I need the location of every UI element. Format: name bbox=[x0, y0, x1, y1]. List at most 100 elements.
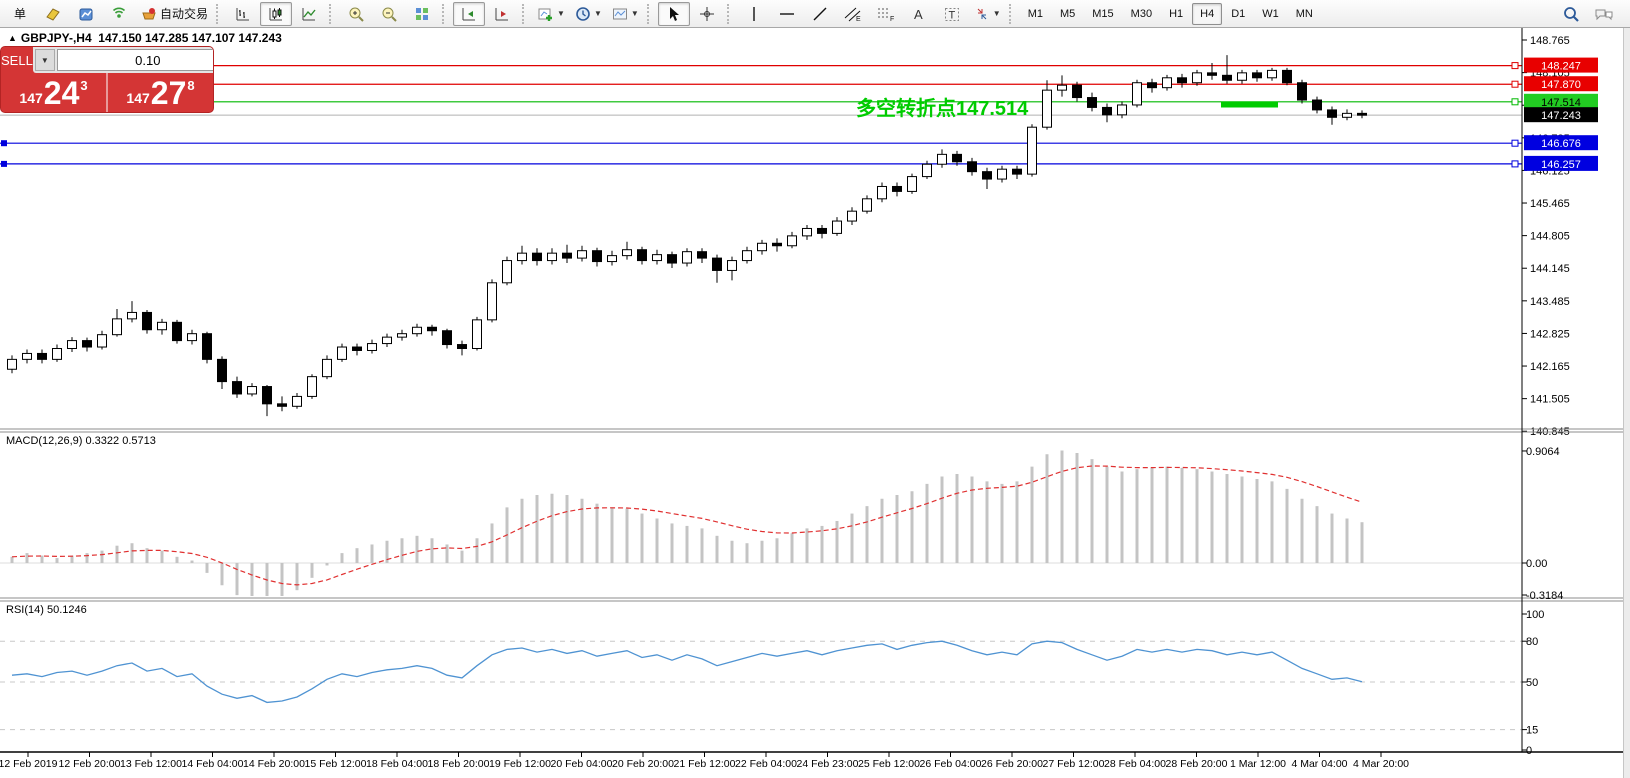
time-label: 20 Feb 04:00 bbox=[551, 758, 613, 770]
buy-price-button[interactable]: 147 27 8 bbox=[108, 73, 213, 112]
candle-body bbox=[893, 186, 902, 191]
candle-body bbox=[578, 251, 587, 258]
sell-price-main: 24 bbox=[44, 78, 80, 108]
candle-body bbox=[1328, 110, 1337, 117]
time-label: 13 Feb 12:00 bbox=[120, 758, 182, 770]
chart-canvas[interactable]: 148.765148.105147.445146.785146.125145.4… bbox=[0, 0, 1630, 778]
volume-group: ▼ ▲ bbox=[33, 47, 213, 73]
candle-body bbox=[383, 337, 392, 343]
candle-body bbox=[23, 353, 32, 359]
price-badge-label: 146.676 bbox=[1541, 138, 1581, 150]
candle-body bbox=[1268, 70, 1277, 77]
sell-price-button[interactable]: 147 24 3 bbox=[1, 73, 106, 112]
time-label: 26 Feb 20:00 bbox=[981, 758, 1043, 770]
symbol-ohlc-values: 147.150 147.285 147.107 147.243 bbox=[98, 31, 282, 45]
candle-body bbox=[683, 252, 692, 263]
candle-body bbox=[1193, 73, 1202, 83]
macd-label: MACD(12,26,9) 0.3322 0.5713 bbox=[6, 435, 156, 447]
candle-body bbox=[1283, 70, 1292, 82]
candle-body bbox=[1298, 83, 1307, 100]
price-tick-label: 141.505 bbox=[1530, 394, 1570, 406]
candle-body bbox=[1073, 85, 1082, 97]
rsi-line bbox=[12, 641, 1362, 702]
candle-body bbox=[1208, 73, 1217, 75]
candle-body bbox=[1358, 113, 1367, 115]
candle-body bbox=[653, 255, 662, 261]
candle-body bbox=[1178, 78, 1187, 83]
collapse-arrow-icon[interactable]: ▲ bbox=[8, 33, 17, 43]
candle-body bbox=[38, 353, 47, 359]
symbol-name: GBPJPY-,H4 bbox=[21, 31, 92, 45]
line-handle[interactable] bbox=[1512, 81, 1518, 87]
candle-body bbox=[1163, 78, 1172, 88]
candle-body bbox=[53, 349, 62, 360]
candle-body bbox=[533, 253, 542, 260]
sell-button[interactable]: SELL bbox=[1, 47, 33, 73]
trading-terminal-window: 单 自动交易 ▼ ▼ ▼ E F A T ▼ M1M bbox=[0, 0, 1630, 778]
line-handle[interactable] bbox=[1, 140, 7, 146]
candle-body bbox=[833, 221, 842, 233]
price-tick-label: 143.485 bbox=[1530, 296, 1570, 308]
time-label: 4 Mar 04:00 bbox=[1291, 758, 1347, 770]
candle-body bbox=[428, 327, 437, 330]
time-label: 25 Feb 12:00 bbox=[858, 758, 920, 770]
candle-body bbox=[113, 319, 122, 335]
candle-body bbox=[878, 186, 887, 198]
time-label: 19 Feb 12:00 bbox=[489, 758, 551, 770]
time-label: 18 Feb 20:00 bbox=[428, 758, 490, 770]
candle-body bbox=[668, 255, 677, 263]
price-tick-label: 144.145 bbox=[1530, 263, 1570, 275]
rsi-tick-label: 15 bbox=[1526, 725, 1538, 737]
candle-body bbox=[1118, 105, 1127, 115]
buy-price-prefix: 147 bbox=[126, 90, 149, 106]
price-badge-label: 146.257 bbox=[1541, 159, 1581, 171]
price-tick-label: 142.165 bbox=[1530, 361, 1570, 373]
rsi-tick-label: 0 bbox=[1526, 745, 1532, 757]
candle-body bbox=[908, 177, 917, 192]
time-label: 26 Feb 04:00 bbox=[920, 758, 982, 770]
candle-body bbox=[968, 162, 977, 172]
price-badge-label: 147.870 bbox=[1541, 79, 1581, 91]
time-label: 18 Feb 04:00 bbox=[366, 758, 428, 770]
candle-body bbox=[563, 253, 572, 258]
candle-body bbox=[308, 377, 317, 397]
candle-body bbox=[1148, 83, 1157, 88]
candle-body bbox=[1133, 83, 1142, 105]
rsi-tick-label: 100 bbox=[1526, 609, 1544, 621]
candle-body bbox=[338, 347, 347, 359]
volume-input[interactable] bbox=[57, 49, 213, 71]
candle-body bbox=[158, 322, 167, 329]
candle-body bbox=[548, 253, 557, 260]
price-tick-label: 148.765 bbox=[1530, 35, 1570, 47]
candle-body bbox=[698, 252, 707, 258]
candle-body bbox=[173, 322, 182, 340]
candle-body bbox=[1088, 98, 1097, 108]
candle-body bbox=[1013, 169, 1022, 174]
candle-body bbox=[278, 404, 287, 406]
candle-body bbox=[398, 334, 407, 337]
time-label: 20 Feb 20:00 bbox=[612, 758, 674, 770]
candle-body bbox=[473, 320, 482, 349]
buy-price-pip: 8 bbox=[187, 78, 194, 93]
line-handle[interactable] bbox=[1512, 63, 1518, 69]
candle-body bbox=[608, 256, 617, 262]
candle-body bbox=[518, 253, 527, 260]
macd-signal-line bbox=[12, 466, 1362, 585]
candle-body bbox=[593, 251, 602, 262]
line-handle[interactable] bbox=[1512, 99, 1518, 105]
line-handle[interactable] bbox=[1512, 140, 1518, 146]
line-handle[interactable] bbox=[1, 161, 7, 167]
candle-body bbox=[368, 344, 377, 351]
window-edge-strip bbox=[1623, 28, 1630, 778]
candle-body bbox=[773, 243, 782, 245]
candle-body bbox=[8, 359, 17, 369]
volume-decrease-button[interactable]: ▼ bbox=[35, 49, 55, 71]
candle-body bbox=[818, 228, 827, 233]
price-tick-label: 142.825 bbox=[1530, 328, 1570, 340]
candle-body bbox=[503, 261, 512, 283]
line-handle[interactable] bbox=[1512, 161, 1518, 167]
candle-body bbox=[218, 359, 227, 381]
chart-annotation-text[interactable]: 多空转折点147.514 bbox=[856, 92, 1028, 121]
price-tick-label: 144.805 bbox=[1530, 231, 1570, 243]
price-badge-label: 147.243 bbox=[1541, 110, 1581, 122]
